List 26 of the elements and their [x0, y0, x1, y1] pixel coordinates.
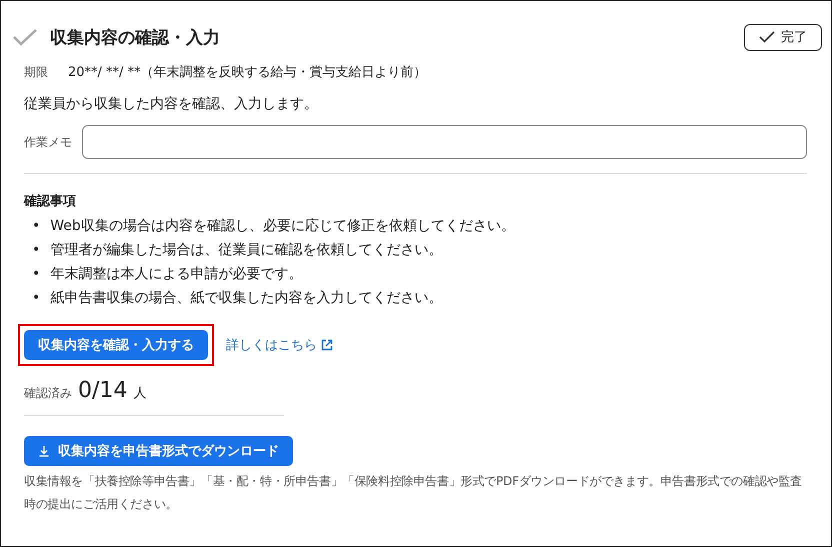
external-link-icon: [321, 339, 333, 351]
progress-unit: 人: [133, 385, 146, 402]
bullet: •: [32, 289, 40, 308]
checklist-item: 管理者が編集した場合は、従業員に確認を依頼してください。: [50, 241, 442, 260]
confirm-input-button[interactable]: 収集内容を確認・入力する: [24, 330, 208, 360]
checklist-item: 紙申告書収集の場合、紙で収集した内容を入力してください。: [50, 289, 442, 308]
bullet: •: [32, 217, 40, 236]
description: 従業員から収集した内容を確認、入力します。: [24, 95, 319, 113]
download-note: 収集情報を「扶養控除等申告書」「基・配・特・所申告書」「保険料控除申告書」形式でPDFダウンロードができます。申告書形式での確認や監査時の提出にご活用ください。: [24, 473, 803, 513]
checklist-heading: 確認事項: [24, 193, 77, 210]
progress-count: 0/14: [78, 378, 128, 403]
memo-label: 作業メモ: [24, 134, 72, 150]
download-icon: [38, 445, 50, 457]
memo-field[interactable]: [82, 125, 807, 159]
bullet: •: [32, 265, 40, 284]
check-icon: [759, 31, 775, 43]
checklist-item: Web収集の場合は内容を確認し、必要に応じて修正を依頼してください。: [50, 217, 515, 236]
complete-button[interactable]: 完了: [744, 24, 822, 50]
download-button[interactable]: 収集内容を申告書形式でダウンロード: [24, 436, 293, 466]
checklist-item: 年末調整は本人による申請が必要です。: [50, 265, 302, 284]
deadline-value: 20**/ **/ **（年末調整を反映する給与・賞与支給日より前）: [68, 64, 427, 81]
progress-label: 確認済み: [24, 385, 72, 402]
task-title: 収集内容の確認・入力: [50, 26, 220, 48]
bullet: •: [32, 241, 40, 260]
details-link[interactable]: 詳しくはこちら: [226, 336, 333, 354]
deadline-label: 期限: [24, 64, 48, 80]
